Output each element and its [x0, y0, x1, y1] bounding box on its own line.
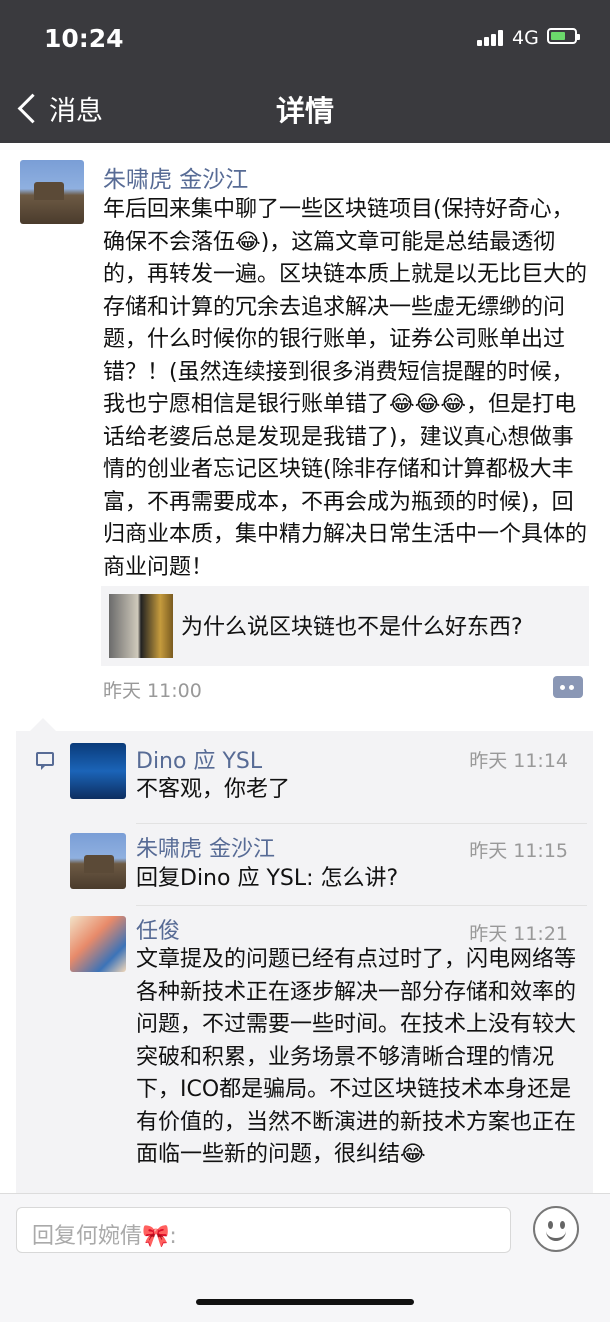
reply-placeholder: 回复何婉倩🎀:: [32, 1224, 177, 1249]
signal-icon: [477, 30, 505, 46]
home-indicator: [196, 1299, 414, 1305]
post-text: 年后回来集中聊了一些区块链项目(保持好奇心，确保不会落伍😂)，这篇文章可能是总结…: [103, 197, 588, 580]
top-bar: 10:24 4G 消息 详情: [0, 0, 610, 143]
author-avatar[interactable]: [20, 160, 84, 224]
emoji-icon[interactable]: [533, 1206, 579, 1252]
battery-icon: [547, 28, 580, 44]
shared-link-thumbnail: [109, 594, 173, 658]
reply-input[interactable]: 回复何婉倩🎀:: [16, 1207, 511, 1253]
network-label: 4G: [512, 27, 539, 49]
comment-time: 昨天 11:14: [469, 750, 568, 772]
comment-author[interactable]: 任俊: [136, 913, 180, 945]
comment-text[interactable]: 回复Dino 应 YSL: 怎么讲?: [136, 863, 576, 896]
comment-avatar-dino[interactable]: [70, 743, 126, 799]
shared-link-title: 为什么说区块链也不是什么好东西?: [181, 615, 523, 640]
page-title: 详情: [275, 94, 334, 128]
comment-divider: [136, 823, 587, 824]
post-author-name[interactable]: 朱啸虎 金沙江: [103, 160, 248, 194]
status-time: 10:24: [44, 24, 124, 53]
shared-link-card[interactable]: 为什么说区块链也不是什么好东西?: [101, 586, 589, 666]
comments-caret: [30, 718, 56, 731]
comment-text[interactable]: 不客观，你老了: [136, 774, 576, 807]
comment-time: 昨天 11:21: [469, 923, 568, 945]
comment-avatar-renjun[interactable]: [70, 916, 126, 972]
more-actions-button[interactable]: [553, 676, 583, 698]
comment-avatar-zhu[interactable]: [70, 833, 126, 889]
post-timestamp: 昨天 11:00: [103, 680, 202, 702]
comment-time: 昨天 11:15: [469, 840, 568, 862]
comment-icon: [36, 752, 54, 770]
comment-divider: [136, 905, 587, 906]
comment-author[interactable]: Dino 应 YSL: [136, 743, 262, 775]
comment-text[interactable]: 文章提及的问题已经有点过时了，闪电网络等各种新技术正在逐步解决一部分存储和效率的…: [136, 944, 576, 1172]
comment-author[interactable]: 朱啸虎 金沙江: [136, 831, 275, 863]
